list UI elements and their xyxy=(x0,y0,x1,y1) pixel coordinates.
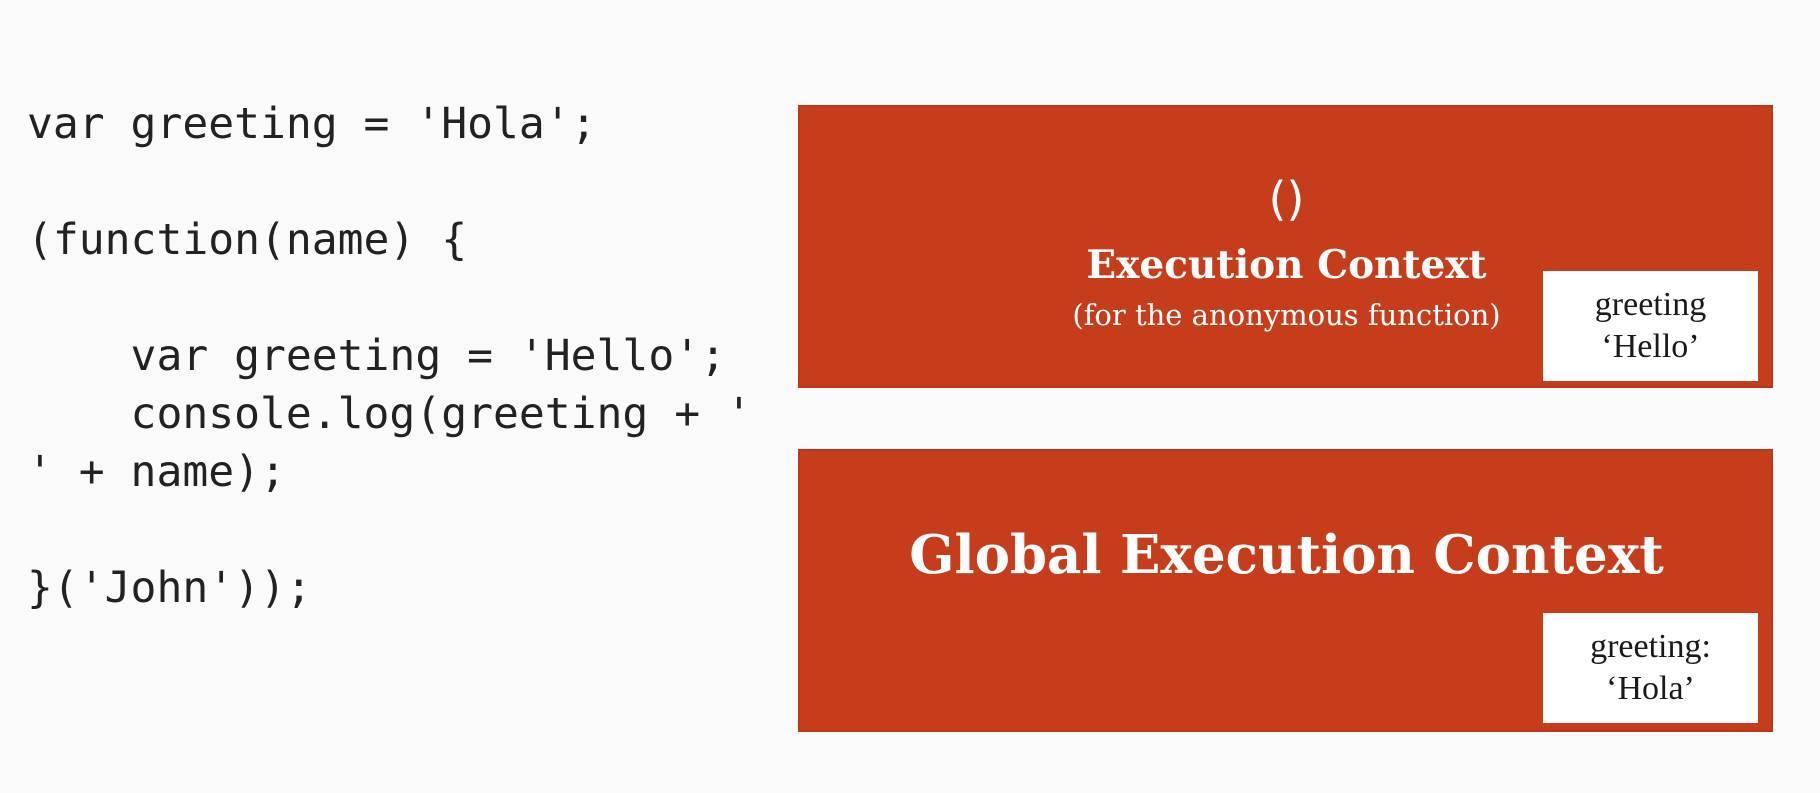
code-line: ' + name); xyxy=(27,447,286,497)
global-execution-context-box: Global Execution Context greeting: ‘Hola… xyxy=(798,449,1773,732)
variable-value: ‘Hola’ xyxy=(1606,670,1695,707)
global-variable-card: greeting: ‘Hola’ xyxy=(1543,613,1758,723)
global-context-title: Global Execution Context xyxy=(909,524,1664,586)
variable-name: greeting: xyxy=(1590,628,1711,665)
code-line: }('John')); xyxy=(27,563,312,613)
code-line: console.log(greeting + ' xyxy=(27,389,752,439)
code-line: var greeting = 'Hola'; xyxy=(27,99,597,149)
variable-name: greeting xyxy=(1594,286,1707,323)
function-execution-context-box: () Execution Context (for the anonymous … xyxy=(798,105,1773,388)
parentheses-symbol: () xyxy=(1268,172,1305,226)
code-listing: var greeting = 'Hola'; (function(name) { … xyxy=(27,95,787,617)
function-variable-card: greeting ‘Hello’ xyxy=(1543,271,1758,381)
code-line: var greeting = 'Hello'; xyxy=(27,331,726,381)
variable-value: ‘Hello’ xyxy=(1601,328,1700,365)
code-line: (function(name) { xyxy=(27,215,468,265)
